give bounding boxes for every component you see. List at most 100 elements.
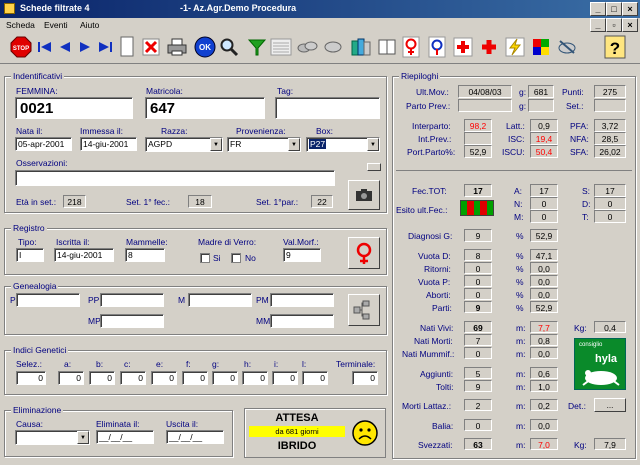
immessa-field[interactable]: 14-giu-2001 — [80, 137, 137, 151]
selez-field[interactable]: 0 — [16, 371, 46, 385]
app-icon — [4, 3, 15, 14]
books-button[interactable] — [350, 35, 372, 59]
index-l-field[interactable]: 0 — [302, 371, 328, 385]
pm-field[interactable] — [270, 293, 334, 307]
pig-button[interactable] — [322, 35, 344, 59]
chevron-down-icon[interactable]: ▼ — [288, 138, 300, 151]
book-button[interactable] — [376, 35, 398, 59]
no-checkbox[interactable] — [231, 253, 241, 263]
first-icon — [38, 42, 51, 52]
p-field[interactable] — [16, 293, 80, 307]
stop-button[interactable]: STOP — [10, 35, 32, 59]
pedigree-button[interactable] — [348, 294, 380, 326]
iscu-value: 50,4 — [530, 145, 558, 158]
search-button[interactable] — [218, 35, 240, 59]
provenienza-value: FR — [230, 139, 242, 149]
matricola-field[interactable]: 647 — [145, 97, 265, 119]
osservazioni-field[interactable] — [15, 170, 335, 186]
valmorf-field[interactable]: 9 — [283, 248, 321, 262]
menu-scheda[interactable]: Scheda — [6, 20, 35, 30]
osservazioni-expand-button[interactable] — [367, 163, 381, 171]
list-button[interactable] — [270, 35, 292, 59]
femmina-label: FEMMINA: — [16, 86, 58, 96]
pct-label: % — [516, 277, 524, 287]
uscita-field[interactable]: __/__/__ — [166, 430, 224, 444]
osservazioni-label: Osservazioni: — [16, 158, 68, 168]
g2-label: g: — [519, 101, 527, 111]
iscritta-field[interactable]: 14-giu-2001 — [54, 248, 114, 262]
box-select[interactable]: P27 ▼ — [306, 137, 380, 152]
tolti-label: Tolti: — [436, 382, 454, 392]
pp-field[interactable] — [100, 293, 164, 307]
causa-select[interactable]: ▼ — [15, 430, 90, 445]
prev-record-button[interactable] — [54, 35, 76, 59]
mdi-close-button[interactable]: × — [622, 18, 638, 32]
help-button[interactable]: ? — [602, 35, 628, 59]
det-button[interactable]: ... — [594, 398, 626, 412]
index-c-field[interactable]: 0 — [120, 371, 146, 385]
print-button[interactable] — [166, 35, 188, 59]
mp-field[interactable] — [100, 314, 164, 328]
eliminata-field[interactable]: __/__/__ — [96, 430, 154, 444]
aggiunti-label: Aggiunti: — [420, 369, 454, 379]
mm-field[interactable] — [270, 314, 334, 328]
health2-button[interactable] — [478, 35, 500, 59]
chevron-down-icon[interactable]: ▼ — [77, 431, 89, 444]
terminale-field[interactable]: 0 — [352, 371, 378, 385]
aborti-label: Aborti: — [426, 290, 451, 300]
maximize-button[interactable]: □ — [606, 2, 622, 16]
box-value: P27 — [309, 139, 327, 149]
causa-label: Causa: — [16, 419, 43, 429]
filter-button[interactable] — [246, 35, 268, 59]
index-b-field[interactable]: 0 — [89, 371, 115, 385]
nata-field[interactable]: 05-apr-2001 — [15, 137, 72, 151]
delete-button[interactable] — [140, 35, 162, 59]
health-button[interactable] — [452, 35, 474, 59]
female-button[interactable] — [400, 35, 422, 59]
close-button[interactable]: × — [622, 2, 638, 16]
m-field[interactable] — [188, 293, 252, 307]
new-record-button[interactable] — [116, 35, 138, 59]
femmina-field[interactable]: 0021 — [15, 97, 133, 119]
mammelle-field[interactable]: 8 — [125, 248, 165, 262]
index-a-field[interactable]: 0 — [58, 371, 84, 385]
index-h-field[interactable]: 0 — [242, 371, 268, 385]
chart-button[interactable] — [530, 35, 552, 59]
provenienza-select[interactable]: FR ▼ — [227, 137, 301, 152]
lightning-button[interactable] — [504, 35, 526, 59]
logo-small-text: consiglio — [579, 342, 603, 348]
camera-button[interactable] — [348, 180, 380, 210]
chevron-down-icon[interactable]: ▼ — [210, 138, 222, 151]
chevron-down-icon[interactable]: ▼ — [367, 138, 379, 151]
index-e-field[interactable]: 0 — [151, 371, 177, 385]
last-record-button[interactable] — [94, 35, 116, 59]
toolbar: STOP OK ? — [0, 32, 640, 64]
m-label: m: — [516, 401, 526, 411]
si-checkbox[interactable] — [200, 253, 210, 263]
minimize-button[interactable]: _ — [590, 2, 606, 16]
next-record-button[interactable] — [74, 35, 96, 59]
search-icon — [220, 38, 239, 57]
female-symbol-icon — [356, 242, 372, 264]
ok-button[interactable]: OK — [194, 35, 216, 59]
menu-aiuto[interactable]: Aiuto — [80, 20, 99, 30]
ultmov-value: 04/08/03 — [458, 85, 512, 98]
svezzati-m-value: 7,0 — [530, 438, 558, 450]
tipo-field[interactable]: I — [16, 248, 44, 262]
tag-field[interactable] — [275, 97, 380, 119]
female-register-button[interactable] — [348, 237, 380, 269]
index-i-field[interactable]: 0 — [272, 371, 298, 385]
first-record-button[interactable] — [34, 35, 56, 59]
menu-eventi[interactable]: Eventi — [44, 20, 68, 30]
razza-select[interactable]: AGPD ▼ — [145, 137, 223, 152]
window-subtitle: -1- Az.Agr.Demo Procedura — [180, 3, 297, 13]
pig-group-button[interactable] — [296, 35, 318, 59]
mdi-restore-button[interactable]: ▫ — [606, 18, 622, 32]
mdi-minimize-button[interactable]: _ — [590, 18, 606, 32]
index-f-field[interactable]: 0 — [182, 371, 208, 385]
list-icon — [270, 38, 292, 56]
male-female-button[interactable] — [426, 35, 448, 59]
iscu-label: ISCU: — [502, 147, 525, 157]
index-g-field[interactable]: 0 — [212, 371, 238, 385]
pig-tools-button[interactable] — [556, 35, 578, 59]
